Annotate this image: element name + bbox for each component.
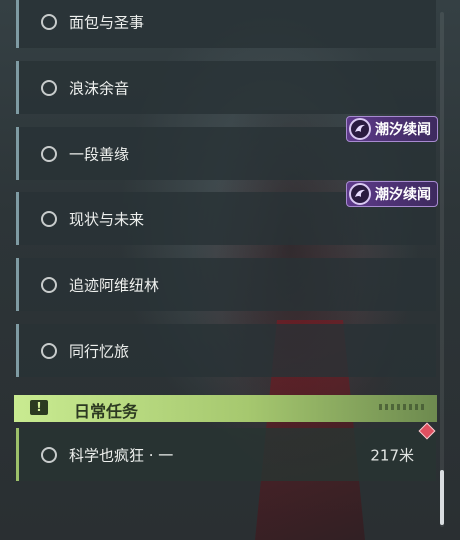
- quest-label: 面包与圣事: [69, 13, 145, 31]
- tide-continuation-badge: 潮汐续闻: [346, 181, 438, 207]
- quest-label: 现状与未来: [69, 210, 145, 228]
- quest-label: 科学也疯狂 · 一: [69, 446, 174, 464]
- quest-radio-icon: [41, 342, 57, 359]
- quest-item[interactable]: 浪沫余音: [16, 61, 436, 114]
- quest-radio-icon: [41, 276, 57, 293]
- section-title: 日常任务: [74, 402, 139, 421]
- quest-radio-icon: [41, 13, 57, 30]
- scrollbar-thumb[interactable]: [440, 470, 444, 525]
- quest-label: 一段善缘: [69, 145, 130, 163]
- quest-item[interactable]: 面包与圣事: [16, 0, 436, 48]
- quest-radio-icon: [41, 79, 57, 96]
- quest-list: 面包与圣事 浪沫余音 一段善缘 现状与未来 追迹阿维纽林 同行忆旅 潮汐续闻 潮…: [0, 0, 460, 540]
- quest-distance: 217米: [370, 446, 414, 464]
- tide-icon: [349, 118, 371, 140]
- daily-quests-header[interactable]: ! 日常任务: [14, 395, 437, 422]
- scrollbar[interactable]: [440, 12, 444, 527]
- quest-label: 同行忆旅: [69, 342, 130, 360]
- quest-item[interactable]: 追迹阿维纽林: [16, 258, 436, 311]
- daily-quest-item[interactable]: 科学也疯狂 · 一 217米: [16, 428, 436, 481]
- tide-continuation-badge: 潮汐续闻: [346, 116, 438, 142]
- header-decoration: [379, 404, 427, 410]
- tide-icon: [349, 183, 371, 205]
- quest-label: 浪沫余音: [69, 79, 130, 97]
- quest-radio-icon: [41, 145, 57, 162]
- exclamation-icon: !: [30, 400, 48, 415]
- quest-radio-icon: [41, 210, 57, 227]
- quest-label: 追迹阿维纽林: [69, 276, 160, 294]
- badge-label: 潮汐续闻: [375, 187, 431, 203]
- quest-radio-icon: [41, 446, 57, 463]
- quest-item[interactable]: 同行忆旅: [16, 324, 436, 377]
- badge-label: 潮汐续闻: [375, 122, 431, 138]
